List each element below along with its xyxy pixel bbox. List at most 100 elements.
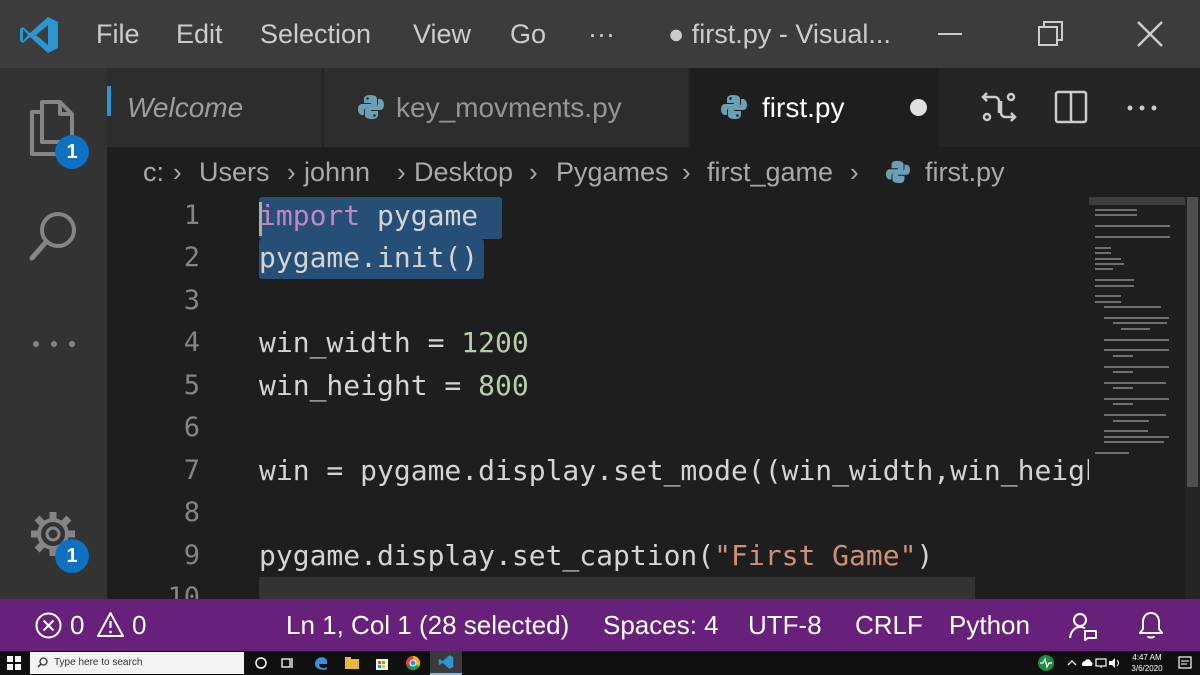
open-changes-button[interactable]: [974, 82, 1024, 132]
breadcrumb-desktop[interactable]: Desktop: [414, 147, 513, 197]
menu-file[interactable]: File: [96, 0, 140, 68]
encoding-setting[interactable]: UTF-8: [748, 599, 822, 651]
menu-view[interactable]: View: [413, 0, 471, 68]
taskbar-clock[interactable]: 4:47 AM 3/6/2020: [1121, 652, 1173, 674]
menu-more[interactable]: ···: [588, 0, 615, 68]
minimap[interactable]: [1089, 197, 1200, 599]
unsaved-dot-icon[interactable]: [910, 99, 927, 116]
health-icon[interactable]: [1037, 654, 1055, 672]
code-token: pygame.init(): [259, 241, 479, 274]
windows-taskbar: Type here to search 4:47 AM 3/6/2020: [0, 651, 1200, 675]
breadcrumb-pygames[interactable]: Pygames: [556, 147, 669, 197]
breadcrumb-file[interactable]: first.py: [925, 147, 1005, 197]
vscode-logo-icon[interactable]: [18, 14, 60, 56]
clock-time: 4:47 AM: [1132, 653, 1162, 662]
eol-setting[interactable]: CRLF: [855, 599, 923, 651]
breadcrumb-drive[interactable]: c:: [143, 147, 164, 197]
minimap-slider[interactable]: [1089, 197, 1200, 205]
breadcrumb-first-game[interactable]: first_game: [707, 147, 833, 197]
code-line-4: win_width = 1200: [259, 322, 529, 364]
language-mode[interactable]: Python: [949, 599, 1030, 651]
network-icon[interactable]: [1095, 654, 1107, 672]
edge-icon[interactable]: [312, 654, 330, 672]
tab-welcome[interactable]: Welcome: [107, 68, 323, 147]
cloud-icon[interactable]: [1080, 654, 1094, 672]
tab-key-movments[interactable]: key_movments.py: [324, 68, 689, 147]
search-icon: [29, 212, 76, 261]
bell-icon[interactable]: [1138, 610, 1164, 640]
task-view-icon[interactable]: [278, 654, 296, 672]
taskbar-search-box[interactable]: Type here to search: [30, 652, 244, 674]
minimap-line: [1095, 452, 1129, 454]
store-icon[interactable]: [373, 654, 391, 672]
indentation-setting[interactable]: Spaces: 4: [603, 599, 719, 651]
line-number: 10: [167, 582, 200, 599]
code-editor[interactable]: 1 2 3 4 5 6 7 8 9 10 import pygame pygam…: [107, 197, 1089, 599]
cortana-icon[interactable]: [252, 654, 270, 672]
vscode-icon: [438, 655, 454, 669]
breadcrumb-users[interactable]: Users: [199, 147, 270, 197]
tab-first-py[interactable]: first.py: [690, 68, 940, 147]
minimap-line: [1095, 209, 1137, 211]
search-icon: [37, 657, 48, 668]
cursor-position[interactable]: Ln 1, Col 1 (28 selected): [286, 599, 569, 651]
chrome-icon[interactable]: [404, 654, 422, 672]
minimize-button[interactable]: [900, 0, 1000, 68]
chevron-right-icon: ›: [682, 157, 691, 187]
python-icon: [358, 95, 384, 119]
scrollbar-thumb[interactable]: [1187, 197, 1198, 487]
number-token: 1200: [461, 326, 529, 359]
warning-icon: [97, 612, 124, 637]
minimize-icon: [938, 33, 962, 35]
activity-search[interactable]: [0, 192, 107, 282]
windows-start-icon[interactable]: [7, 656, 21, 670]
split-editor-button[interactable]: [1046, 82, 1096, 132]
feedback-icon[interactable]: [1068, 611, 1098, 641]
minimap-line: [1095, 246, 1111, 249]
activity-manage[interactable]: 1: [0, 488, 107, 578]
more-actions-button[interactable]: [1117, 82, 1167, 132]
minimap-line: [1103, 349, 1169, 352]
minimap-line: [1103, 365, 1169, 368]
minimap-line: [1095, 279, 1134, 282]
restore-button[interactable]: [1000, 0, 1100, 68]
chevron-up-icon[interactable]: [1066, 654, 1078, 672]
volume-icon[interactable]: [1108, 654, 1120, 672]
code-line-5: win_height = 800: [259, 365, 529, 407]
minimap-line: [1095, 284, 1134, 287]
status-bar: 0 0 Ln 1, Col 1 (28 selected) Spaces: 4 …: [0, 599, 1200, 651]
breadcrumb-johnn[interactable]: johnn: [304, 147, 370, 197]
activity-explorer[interactable]: 1: [0, 82, 107, 172]
line-number: 1: [183, 200, 200, 231]
close-button[interactable]: [1100, 0, 1200, 68]
chevron-right-icon: ›: [287, 157, 296, 187]
title-bar: File Edit Selection View Go ··· ● first.…: [0, 0, 1200, 68]
python-icon: [886, 160, 910, 184]
close-icon: [1137, 21, 1163, 47]
minimap-line: [1103, 414, 1167, 417]
taskbar-vscode-button[interactable]: [430, 651, 462, 675]
code-line-7: win = pygame.display.set_mode((win_width…: [259, 450, 1089, 492]
explorer-badge: 1: [55, 135, 89, 169]
minimap-line: [1112, 371, 1134, 373]
menu-selection[interactable]: Selection: [260, 0, 371, 68]
compare-changes-icon: [981, 92, 1017, 122]
line-number: 3: [183, 285, 200, 316]
line-number: 4: [183, 327, 200, 358]
activity-bar: 1 1: [0, 68, 107, 599]
minimap-line: [1103, 435, 1169, 438]
activity-more[interactable]: [0, 308, 107, 398]
error-count: 0: [70, 610, 85, 640]
notifications-icon[interactable]: [1176, 654, 1194, 672]
line-number: 5: [183, 370, 200, 401]
menu-edit[interactable]: Edit: [176, 0, 223, 68]
menu-go[interactable]: Go: [510, 0, 546, 68]
problems-indicator[interactable]: 0 0: [0, 599, 160, 651]
number-token: 800: [478, 369, 529, 402]
minimap-line: [1103, 381, 1167, 384]
minimap-line: [1103, 430, 1148, 433]
ellipsis-icon: [1127, 105, 1157, 111]
chevron-right-icon: ›: [397, 157, 406, 187]
file-explorer-icon[interactable]: [343, 654, 361, 672]
code-line-9: pygame.display.set_caption("First Game"): [259, 535, 933, 577]
